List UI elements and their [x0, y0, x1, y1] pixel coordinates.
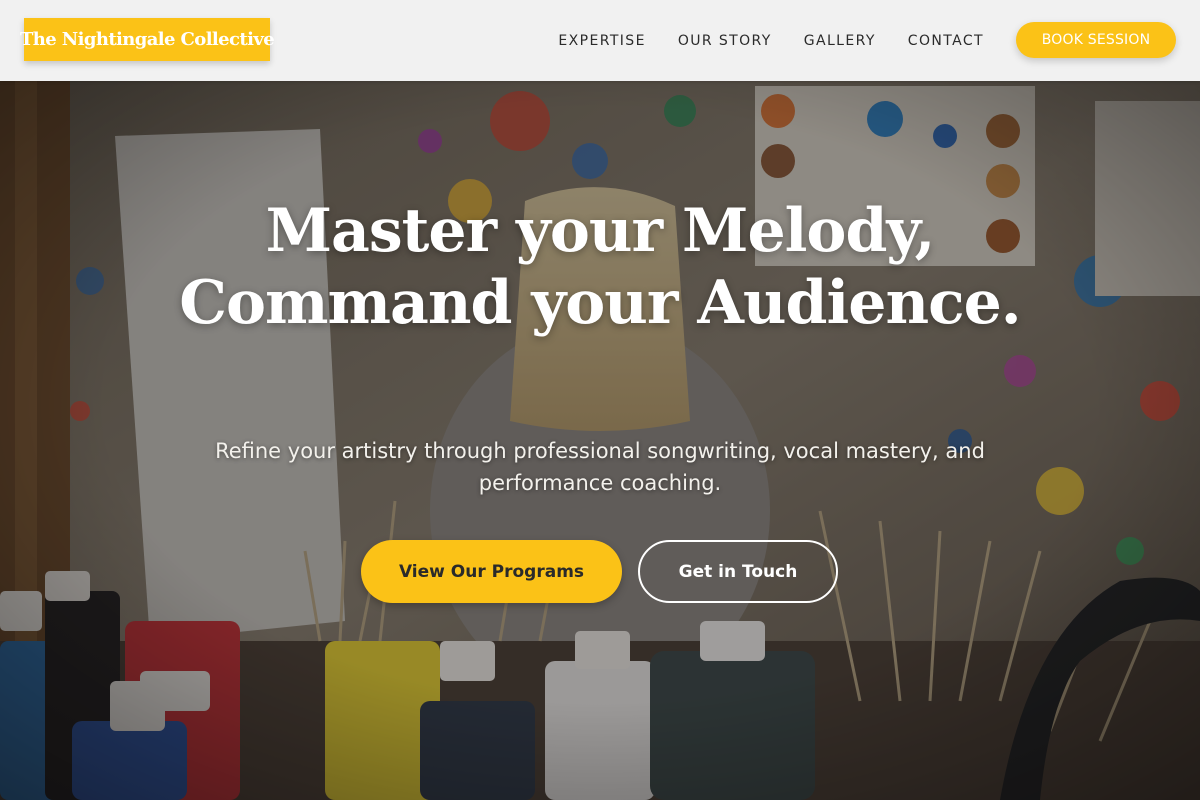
- nav-link-gallery[interactable]: GALLERY: [804, 33, 876, 49]
- hero-section: Master your Melody, Command your Audienc…: [0, 81, 1200, 800]
- brand-logo-text: The Nightingale Collective: [19, 29, 275, 50]
- hero-subheadline: Refine your artistry through professiona…: [215, 439, 985, 495]
- nav-link-our-story[interactable]: OUR STORY: [678, 33, 772, 49]
- hero-headline: Master your Melody, Command your Audienc…: [179, 196, 1021, 338]
- nav-link-expertise[interactable]: EXPERTISE: [558, 33, 645, 49]
- get-in-touch-button[interactable]: Get in Touch: [638, 540, 838, 603]
- brand-logo[interactable]: The Nightingale Collective: [20, 18, 275, 61]
- top-navigation-bar: The Nightingale Collective EXPERTISE OUR…: [0, 0, 1200, 81]
- book-session-button[interactable]: BOOK SESSION: [1016, 22, 1176, 58]
- main-nav: EXPERTISE OUR STORY GALLERY CONTACT: [558, 0, 984, 81]
- hero-content: Master your Melody, Command your Audienc…: [0, 81, 1200, 800]
- view-programs-button[interactable]: View Our Programs: [361, 540, 622, 603]
- nav-link-contact[interactable]: CONTACT: [908, 33, 984, 49]
- page: The Nightingale Collective EXPERTISE OUR…: [0, 0, 1200, 800]
